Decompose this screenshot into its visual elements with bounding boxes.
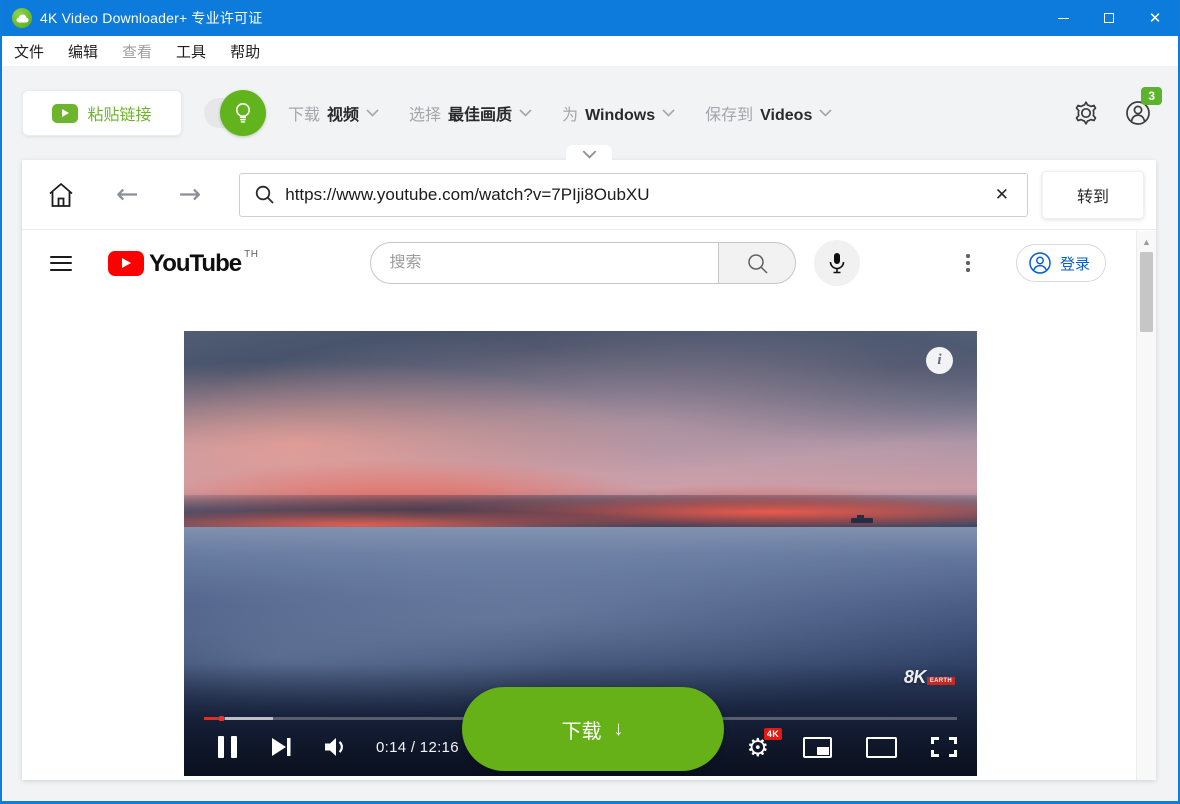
hamburger-menu-icon[interactable] (50, 256, 72, 271)
progress-scrubber[interactable] (219, 716, 224, 721)
progress-played (204, 717, 217, 720)
pause-button[interactable] (218, 736, 237, 758)
menu-tools[interactable]: 工具 (176, 41, 206, 62)
menu-file[interactable]: 文件 (14, 41, 44, 62)
browser-navbar: ← → ✕ 转到 (22, 160, 1156, 230)
time-display: 0:14 / 12:16 (376, 739, 459, 756)
theater-icon (866, 737, 897, 758)
save-location-label: 保存到 (705, 101, 753, 125)
download-arrow-icon: ↓ (614, 718, 624, 741)
watermark-8k: 8K (904, 667, 926, 688)
chevron-down-icon (582, 150, 597, 159)
video-watermark: 8K EARTH (904, 667, 955, 688)
url-input[interactable] (285, 185, 989, 205)
back-arrow-icon[interactable]: ← (116, 181, 139, 208)
watermark-earth: EARTH (927, 677, 955, 685)
titlebar: 4K Video Downloader+ 专业许可证 ✕ (2, 0, 1178, 36)
miniplayer-button[interactable] (803, 737, 832, 758)
fullscreen-icon (931, 737, 957, 757)
menu-help[interactable]: 帮助 (230, 41, 260, 62)
menu-bar: 文件 编辑 查看 工具 帮助 (2, 36, 1178, 66)
player-settings-button[interactable]: ⚙ 4K (747, 735, 769, 760)
video-player[interactable]: i 8K EARTH (184, 331, 977, 776)
chevron-down-icon (819, 109, 832, 117)
scroll-up-arrow-icon[interactable]: ▲ (1137, 237, 1156, 247)
smart-mode-toggle[interactable] (204, 98, 262, 128)
forward-arrow-icon[interactable]: → (179, 181, 202, 208)
volume-button[interactable] (324, 736, 350, 758)
page-scrollbar[interactable]: ▲ (1136, 231, 1156, 780)
youtube-search-field[interactable] (370, 242, 718, 284)
youtube-search-input[interactable] (389, 254, 718, 272)
home-icon[interactable] (46, 180, 76, 210)
browser-panel: ← → ✕ 转到 YouTube TH (22, 160, 1156, 780)
account-user-icon[interactable]: 3 (1124, 99, 1152, 127)
download-type-value: 视频 (327, 101, 359, 125)
youtube-header: YouTube TH (22, 231, 1136, 295)
video-frame-ship (851, 518, 873, 523)
scrollbar-thumb[interactable] (1140, 252, 1153, 332)
quality-badge: 4K (764, 728, 782, 740)
quality-label: 选择 (409, 101, 441, 125)
clear-url-icon[interactable]: ✕ (989, 185, 1015, 205)
chevron-down-icon (366, 109, 379, 117)
close-button[interactable]: ✕ (1132, 0, 1178, 36)
app-window: 4K Video Downloader+ 专业许可证 ✕ 文件 编辑 查看 工具… (0, 0, 1180, 804)
youtube-region-code: TH (244, 249, 258, 260)
youtube-logo-text: YouTube (149, 249, 241, 278)
platform-value: Windows (585, 107, 655, 125)
next-button[interactable] (271, 737, 292, 757)
user-circle-icon (1028, 251, 1052, 275)
progress-buffered (225, 717, 273, 720)
youtube-logo[interactable]: YouTube TH (108, 249, 258, 278)
url-bar[interactable]: ✕ (239, 173, 1028, 217)
save-location-value: Videos (760, 107, 812, 125)
download-button-label: 下载 (562, 715, 602, 744)
chevron-down-icon (519, 109, 532, 117)
menu-view[interactable]: 查看 (122, 41, 152, 62)
menu-edit[interactable]: 编辑 (68, 41, 98, 62)
download-type-dropdown[interactable]: 下载 视频 (288, 101, 379, 125)
speaker-icon (324, 736, 350, 758)
minimize-button[interactable] (1040, 0, 1086, 36)
platform-label: 为 (562, 101, 578, 125)
app-logo-icon (12, 8, 32, 28)
microphone-icon (827, 252, 847, 274)
save-location-dropdown[interactable]: 保存到 Videos (705, 101, 832, 125)
next-icon (271, 737, 292, 757)
search-icon (254, 184, 275, 205)
go-button[interactable]: 转到 (1042, 171, 1144, 219)
quality-dropdown[interactable]: 选择 最佳画质 (409, 101, 532, 125)
theater-mode-button[interactable] (866, 737, 897, 758)
download-type-label: 下载 (288, 101, 320, 125)
maximize-button[interactable] (1086, 0, 1132, 36)
chevron-down-icon (662, 109, 675, 117)
voice-search-button[interactable] (814, 240, 860, 286)
fullscreen-button[interactable] (931, 737, 957, 757)
settings-gear-icon[interactable] (1072, 99, 1100, 127)
platform-dropdown[interactable]: 为 Windows (562, 101, 675, 125)
collapse-toolbar-tab[interactable] (566, 145, 612, 161)
youtube-play-icon (108, 251, 144, 276)
window-title: 4K Video Downloader+ 专业许可证 (40, 8, 262, 28)
lightbulb-icon (220, 90, 266, 136)
paste-link-button[interactable]: 粘贴链接 (22, 90, 182, 136)
youtube-page: YouTube TH (22, 231, 1136, 780)
search-icon (746, 252, 769, 275)
kebab-menu-icon[interactable] (960, 248, 976, 278)
signin-button[interactable]: 登录 (1016, 244, 1106, 282)
download-video-button[interactable]: 下载 ↓ (462, 687, 724, 771)
account-count-badge: 3 (1141, 87, 1162, 105)
paste-link-label: 粘贴链接 (87, 101, 151, 125)
signin-label: 登录 (1060, 253, 1090, 274)
quality-value: 最佳画质 (448, 101, 512, 125)
info-icon[interactable]: i (926, 347, 953, 374)
miniplayer-icon (803, 737, 832, 758)
play-badge-icon (52, 104, 78, 123)
youtube-search-button[interactable] (718, 242, 796, 284)
